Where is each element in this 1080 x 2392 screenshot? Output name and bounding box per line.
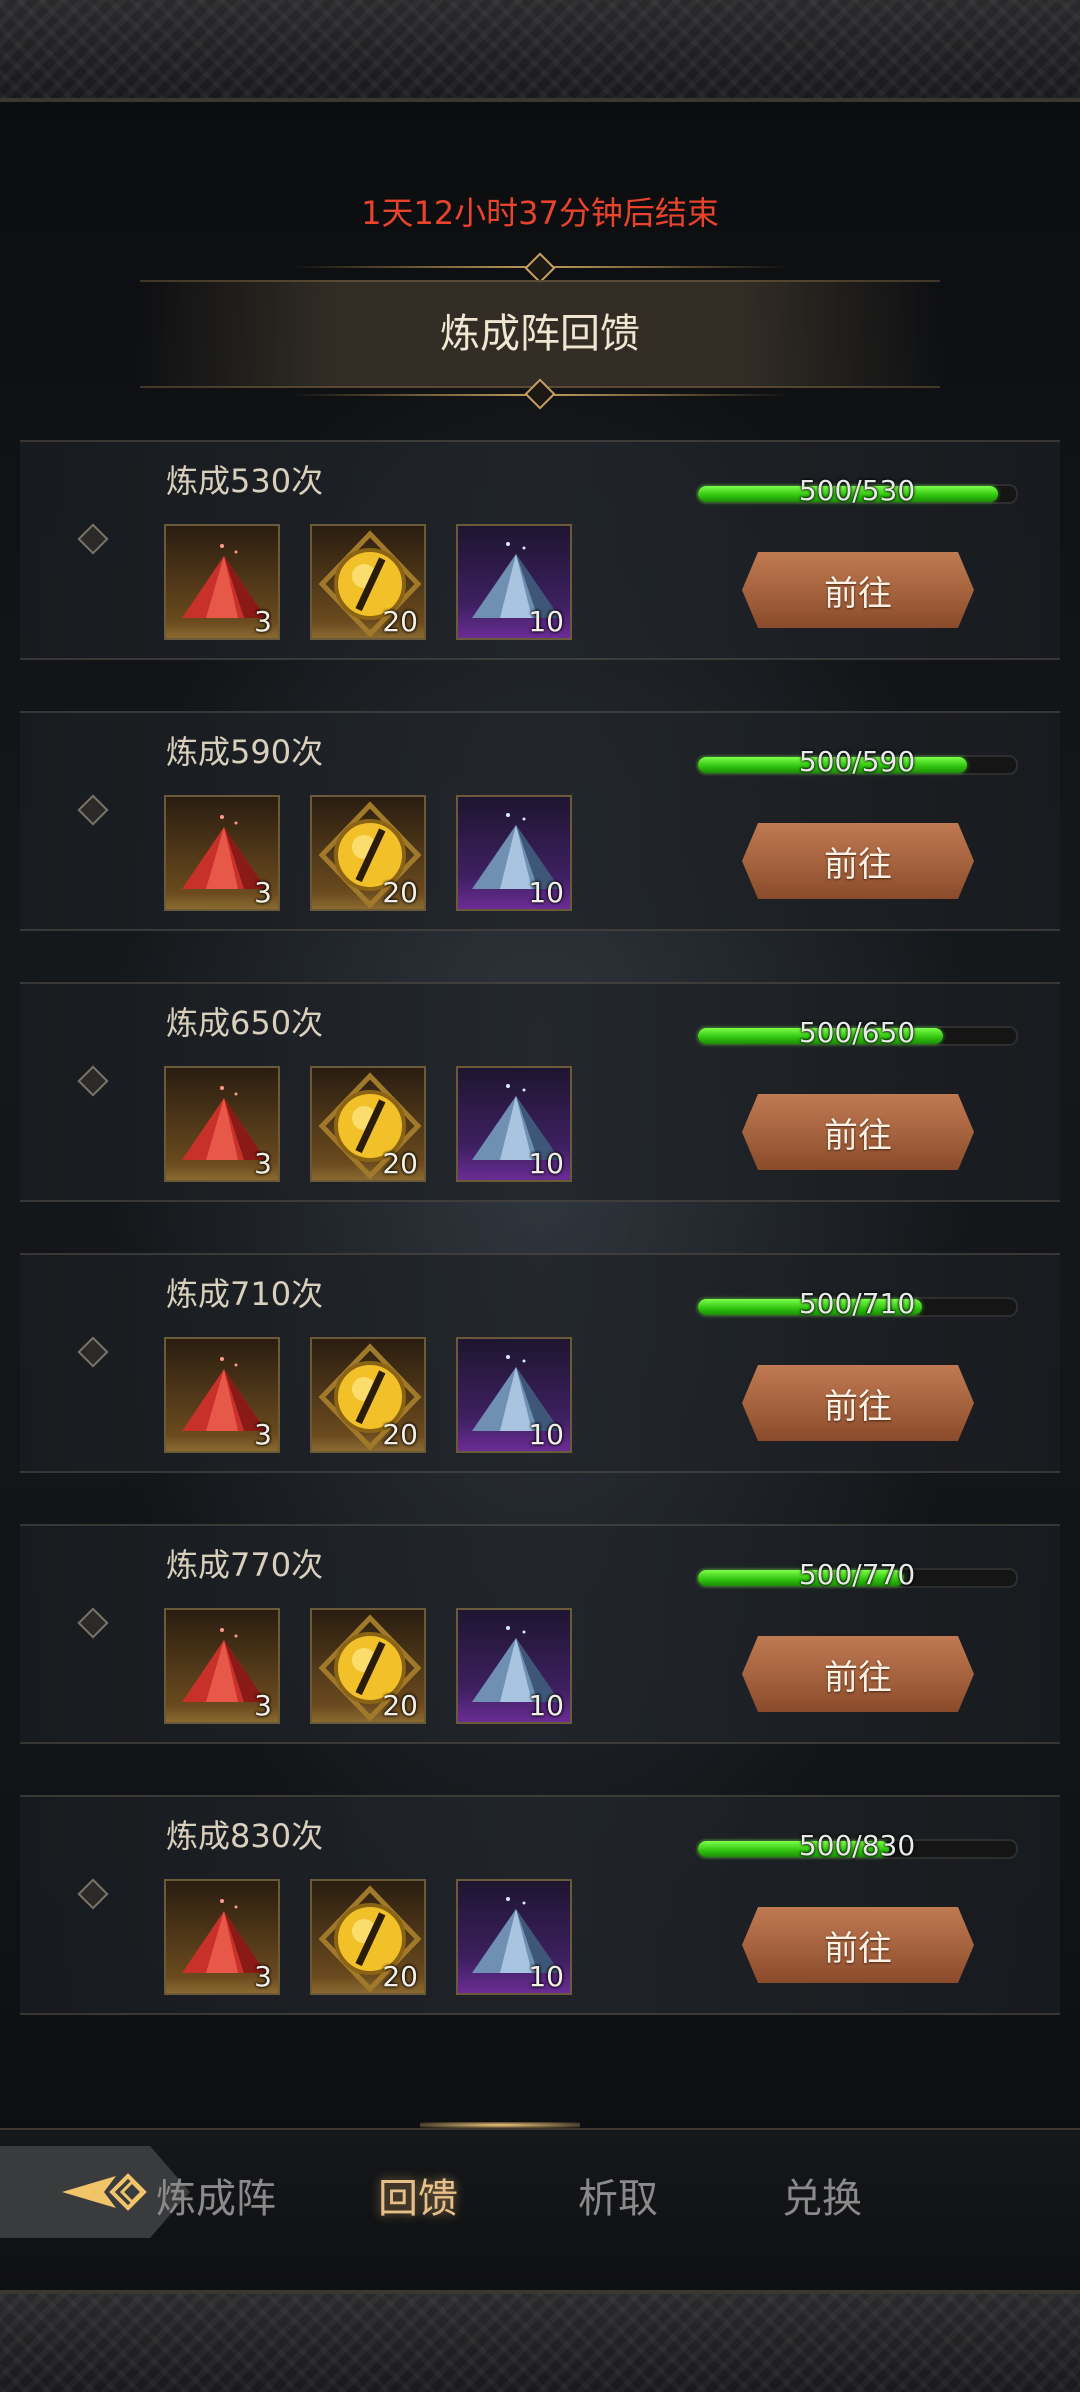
- nav-tab[interactable]: 回馈: [338, 2166, 498, 2224]
- task-label: 炼成650次: [166, 1004, 324, 1042]
- reward-quantity: 20: [382, 1147, 418, 1180]
- reward-quantity: 20: [382, 1689, 418, 1722]
- nav-tab[interactable]: 兑换: [742, 2166, 902, 2224]
- progress-text: 500/710: [798, 1287, 916, 1320]
- reward-list: 3 20 10: [164, 1066, 572, 1182]
- nav-tab[interactable]: 炼成阵: [136, 2166, 296, 2224]
- progress-text: 500/830: [798, 1829, 916, 1862]
- task-row: 炼成770次 3 20 10 500/770 前往: [20, 1524, 1060, 1744]
- reward-item[interactable]: 3: [164, 1608, 280, 1724]
- reward-quantity: 10: [528, 1147, 564, 1180]
- reward-quantity: 20: [382, 1960, 418, 1993]
- progress-bar: 500/770: [696, 1558, 1018, 1591]
- reward-quantity: 3: [254, 1418, 272, 1451]
- go-button[interactable]: 前往: [742, 1094, 974, 1170]
- reward-item[interactable]: 20: [310, 795, 426, 911]
- go-button[interactable]: 前往: [742, 552, 974, 628]
- reward-item[interactable]: 10: [456, 1879, 572, 1995]
- reward-item[interactable]: 20: [310, 1337, 426, 1453]
- go-button[interactable]: 前往: [742, 1365, 974, 1441]
- page-title: 炼成阵回馈: [140, 280, 940, 388]
- reward-quantity: 10: [528, 1689, 564, 1722]
- go-button[interactable]: 前往: [742, 1907, 974, 1983]
- go-button[interactable]: 前往: [742, 823, 974, 899]
- event-timer: 1天12小时37分钟后结束: [361, 194, 719, 232]
- reward-list: 3 20 10: [164, 1337, 572, 1453]
- reward-quantity: 20: [382, 876, 418, 909]
- reward-quantity: 10: [528, 605, 564, 638]
- reward-quantity: 3: [254, 605, 272, 638]
- reward-item[interactable]: 20: [310, 1066, 426, 1182]
- reward-item[interactable]: 3: [164, 524, 280, 640]
- task-label: 炼成710次: [166, 1275, 324, 1313]
- reward-list: 3 20 10: [164, 1608, 572, 1724]
- row-diamond-icon: [77, 523, 109, 555]
- row-diamond-icon: [77, 794, 109, 826]
- reward-item[interactable]: 10: [456, 1066, 572, 1182]
- reward-item[interactable]: 20: [310, 1879, 426, 1995]
- reward-item[interactable]: 10: [456, 524, 572, 640]
- task-row: 炼成590次 3 20 10 500/590 前往: [20, 711, 1060, 931]
- reward-quantity: 20: [382, 605, 418, 638]
- progress-bar: 500/530: [696, 474, 1018, 507]
- reward-item[interactable]: 3: [164, 1337, 280, 1453]
- reward-quantity: 3: [254, 1147, 272, 1180]
- top-ornate-frame: [0, 0, 1080, 102]
- task-row: 炼成650次 3 20 10 500/650 前往: [20, 982, 1060, 1202]
- row-diamond-icon: [77, 1878, 109, 1910]
- reward-item[interactable]: 10: [456, 1608, 572, 1724]
- progress-bar: 500/710: [696, 1287, 1018, 1320]
- row-diamond-icon: [77, 1336, 109, 1368]
- progress-text: 500/590: [798, 745, 916, 778]
- progress-bar: 500/590: [696, 745, 1018, 778]
- reward-quantity: 10: [528, 1418, 564, 1451]
- progress-text: 500/770: [798, 1558, 916, 1591]
- reward-quantity: 20: [382, 1418, 418, 1451]
- reward-item[interactable]: 20: [310, 524, 426, 640]
- reward-item[interactable]: 10: [456, 1337, 572, 1453]
- reward-quantity: 3: [254, 876, 272, 909]
- task-row: 炼成530次 3 20 10 500/530 前往: [20, 440, 1060, 660]
- bottom-ornate-frame: [0, 2290, 1080, 2392]
- task-row: 炼成830次 3 20 10 500/830 前往: [20, 1795, 1060, 2015]
- reward-quantity: 10: [528, 1960, 564, 1993]
- reward-quantity: 10: [528, 876, 564, 909]
- reward-item[interactable]: 10: [456, 795, 572, 911]
- row-diamond-icon: [77, 1607, 109, 1639]
- reward-item[interactable]: 3: [164, 1066, 280, 1182]
- progress-text: 500/530: [798, 474, 916, 507]
- task-label: 炼成770次: [166, 1546, 324, 1584]
- task-label: 炼成830次: [166, 1817, 324, 1855]
- progress-bar: 500/650: [696, 1016, 1018, 1049]
- progress-text: 500/650: [798, 1016, 916, 1049]
- reward-list: 3 20 10: [164, 795, 572, 911]
- reward-list: 3 20 10: [164, 524, 572, 640]
- reward-item[interactable]: 3: [164, 795, 280, 911]
- nav-tab[interactable]: 析取: [538, 2166, 698, 2224]
- task-row: 炼成710次 3 20 10 500/710 前往: [20, 1253, 1060, 1473]
- reward-item[interactable]: 20: [310, 1608, 426, 1724]
- go-button[interactable]: 前往: [742, 1636, 974, 1712]
- reward-item[interactable]: 3: [164, 1879, 280, 1995]
- reward-quantity: 3: [254, 1689, 272, 1722]
- task-label: 炼成530次: [166, 462, 324, 500]
- progress-bar: 500/830: [696, 1829, 1018, 1862]
- reward-list: 3 20 10: [164, 1879, 572, 1995]
- reward-quantity: 3: [254, 1960, 272, 1993]
- row-diamond-icon: [77, 1065, 109, 1097]
- task-label: 炼成590次: [166, 733, 324, 771]
